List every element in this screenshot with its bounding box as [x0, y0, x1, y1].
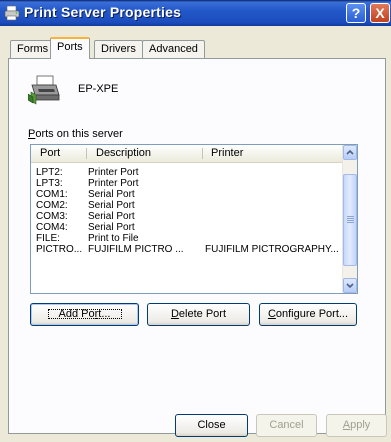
table-row[interactable]: PICTRO... FUJIFILM PICTRO ... FUJIFILM P… [31, 244, 344, 255]
grip-line [347, 216, 354, 217]
tab-advanced[interactable]: Advanced [142, 40, 205, 58]
help-button[interactable]: ? [346, 3, 366, 23]
scroll-thumb[interactable] [343, 174, 357, 266]
column-divider[interactable] [202, 148, 203, 159]
port-cell: FILE: [36, 233, 60, 244]
table-row[interactable]: LPT3: Printer Port [31, 178, 344, 189]
column-header-printer[interactable]: Printer [211, 147, 243, 159]
add-port-button[interactable]: Add Port... [30, 303, 139, 326]
description-cell: Print to File [88, 233, 139, 244]
tab-drivers[interactable]: Drivers [94, 40, 143, 58]
print-server-properties-window: Print Server Properties ? X Forms Ports … [0, 0, 391, 442]
add-port-label: Add Port... [45, 306, 125, 322]
delete-port-button[interactable]: Delete Port [147, 303, 250, 326]
scroll-up-button[interactable] [343, 145, 357, 160]
table-row[interactable]: FILE: Print to File [31, 233, 344, 244]
table-row[interactable]: COM1: Serial Port [31, 189, 344, 200]
table-row[interactable]: COM3: Serial Port [31, 211, 344, 222]
grip-line [347, 218, 354, 219]
configure-port-label: Configure Port... [267, 308, 349, 320]
port-cell: LPT2: [36, 167, 63, 178]
port-cell: COM4: [36, 222, 68, 233]
printer-cell: FUJIFILM PICTROGRAPHY... [205, 244, 339, 255]
grip-line [347, 220, 354, 221]
ports-list-header: Port Description Printer [31, 145, 344, 163]
ports-list-label: Ports on this server [28, 128, 123, 140]
description-cell: FUJIFILM PICTRO ... [88, 244, 184, 255]
chevron-up-icon [346, 149, 354, 155]
column-header-description[interactable]: Description [96, 147, 151, 159]
description-cell: Printer Port [88, 167, 139, 178]
printer-icon [27, 75, 62, 105]
table-row[interactable]: LPT2: Printer Port [31, 167, 344, 178]
server-name: EP-XPE [78, 83, 119, 95]
apply-button[interactable]: Apply [326, 414, 387, 437]
printer-server-icon [4, 5, 20, 21]
description-cell: Serial Port [88, 200, 135, 211]
chevron-down-icon [346, 283, 354, 289]
close-button[interactable]: Close [175, 414, 248, 437]
cancel-button[interactable]: Cancel [256, 414, 317, 437]
configure-port-button[interactable]: Configure Port... [259, 303, 357, 326]
close-window-button[interactable]: X [370, 3, 390, 23]
ports-label-text: orts on this server [35, 128, 123, 140]
port-cell: COM1: [36, 189, 68, 200]
column-divider[interactable] [86, 148, 87, 159]
description-cell: Serial Port [88, 189, 135, 200]
port-cell: PICTRO... [36, 244, 83, 255]
tab-ports[interactable]: Ports [50, 37, 90, 59]
description-cell: Serial Port [88, 222, 135, 233]
window-title: Print Server Properties [24, 4, 182, 20]
description-cell: Printer Port [88, 178, 139, 189]
table-row[interactable]: COM4: Serial Port [31, 222, 344, 233]
port-cell: LPT3: [36, 178, 63, 189]
tab-forms[interactable]: Forms [10, 40, 56, 58]
description-cell: Serial Port [88, 211, 135, 222]
grip-line [347, 222, 354, 223]
ports-list-scrollbar[interactable] [342, 145, 357, 293]
title-bar[interactable]: Print Server Properties ? X [0, 0, 391, 26]
apply-label: Apply [342, 419, 371, 431]
table-row[interactable]: COM2: Serial Port [31, 200, 344, 211]
delete-port-label: Delete Port [170, 308, 227, 320]
port-cell: COM2: [36, 200, 68, 211]
port-cell: COM3: [36, 211, 68, 222]
ports-list[interactable]: Port Description Printer LPT2: Printer P… [30, 144, 358, 294]
column-header-port[interactable]: Port [40, 147, 60, 159]
scroll-down-button[interactable] [343, 278, 357, 293]
